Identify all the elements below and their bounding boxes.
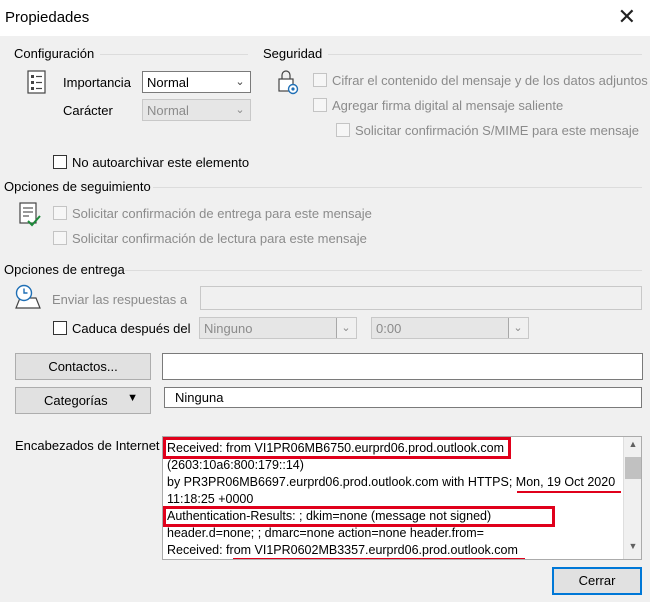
- expires-time-value: 0:00: [376, 321, 402, 336]
- triangle-down-icon: ▼: [127, 392, 138, 404]
- close-button[interactable]: Cerrar: [552, 567, 642, 595]
- header-line: Received: from VI1PR0602MB3357.eurprd06.…: [167, 543, 518, 557]
- contacts-button[interactable]: Contactos...: [15, 353, 151, 380]
- categories-button[interactable]: Categorías ▼: [15, 387, 151, 414]
- digital-signature-checkbox[interactable]: [313, 98, 327, 112]
- delivery-divider: [125, 270, 642, 271]
- config-section-title: Configuración: [14, 46, 95, 61]
- encrypt-checkbox[interactable]: [313, 73, 327, 87]
- expires-date-value: Ninguno: [204, 321, 253, 336]
- security-section-title: Seguridad: [263, 46, 323, 61]
- categories-button-label: Categorías: [44, 393, 108, 408]
- header-line: header.d=none; ; dmarc=none action=none …: [167, 526, 484, 540]
- tracking-divider: [153, 187, 642, 188]
- chevron-down-icon: ⌄: [235, 104, 245, 116]
- smime-checkbox[interactable]: [336, 123, 350, 137]
- config-divider: [100, 54, 248, 55]
- internet-headers-textarea[interactable]: Received: from VI1PR06MB6750.eurprd06.pr…: [162, 436, 642, 560]
- close-icon[interactable]: ✕: [618, 4, 636, 30]
- contacts-field[interactable]: [162, 353, 643, 380]
- smime-label: Solicitar confirmación S/MIME para este …: [355, 123, 639, 138]
- encrypt-label: Cifrar el contenido del mensaje y de los…: [332, 73, 648, 88]
- scroll-down-icon[interactable]: ▼: [624, 541, 641, 558]
- character-value: Normal: [147, 103, 189, 118]
- expires-time-select[interactable]: 0:00 ⌄: [371, 317, 529, 339]
- chevron-down-icon: ⌄: [341, 322, 351, 334]
- read-receipt-label: Solicitar confirmación de lectura para e…: [72, 231, 367, 246]
- clock-inbox-icon: [14, 284, 42, 310]
- security-divider: [328, 54, 642, 55]
- character-label: Carácter: [63, 103, 113, 118]
- importance-label: Importancia: [63, 75, 131, 90]
- chevron-down-icon: ⌄: [513, 322, 523, 334]
- expires-date-select[interactable]: Ninguno ⌄: [199, 317, 357, 339]
- internet-headers-label: Encabezados de Internet: [15, 438, 160, 453]
- header-line: (2603:10a6:800:179::14): [167, 458, 304, 472]
- read-receipt-checkbox[interactable]: [53, 231, 67, 245]
- importance-select[interactable]: Normal ⌄: [142, 71, 251, 93]
- replies-to-field[interactable]: [200, 286, 642, 310]
- delivery-receipt-label: Solicitar confirmación de entrega para e…: [72, 206, 372, 221]
- header-line: 11:18:25 +0000: [167, 492, 254, 506]
- annotation-underline-received: [233, 558, 525, 559]
- character-select[interactable]: Normal ⌄: [142, 99, 251, 121]
- headers-scrollbar[interactable]: ▲ ▼: [623, 437, 641, 559]
- importance-value: Normal: [147, 75, 189, 90]
- expires-checkbox[interactable]: [53, 321, 67, 335]
- autoarchive-label: No autoarchivar este elemento: [72, 155, 250, 170]
- chevron-down-icon: ⌄: [235, 76, 245, 88]
- properties-list-icon: [26, 70, 48, 94]
- tracking-section-title: Opciones de seguimiento: [4, 179, 151, 194]
- autoarchive-checkbox[interactable]: [53, 155, 67, 169]
- title-bar: [0, 0, 650, 36]
- annotation-box-received: [163, 437, 511, 459]
- tracking-checklist-icon: [18, 202, 42, 228]
- replies-to-label: Enviar las respuestas a: [52, 292, 188, 307]
- annotation-underline-date: [517, 491, 621, 493]
- scroll-thumb[interactable]: [625, 457, 641, 479]
- scroll-up-icon[interactable]: ▲: [624, 439, 641, 456]
- expires-label: Caduca después del: [72, 321, 191, 336]
- digital-signature-label: Agregar firma digital al mensaje salient…: [332, 98, 564, 113]
- delivery-receipt-checkbox[interactable]: [53, 206, 67, 220]
- categories-value: Ninguna: [175, 390, 224, 405]
- header-line: by PR3PR06MB6697.eurprd06.prod.outlook.c…: [167, 475, 616, 489]
- annotation-box-authentication: [163, 506, 555, 527]
- delivery-section-title: Opciones de entrega: [4, 262, 125, 277]
- lock-settings-icon: [276, 68, 302, 96]
- window-title: Propiedades: [5, 9, 90, 26]
- categories-field[interactable]: Ninguna: [164, 387, 642, 408]
